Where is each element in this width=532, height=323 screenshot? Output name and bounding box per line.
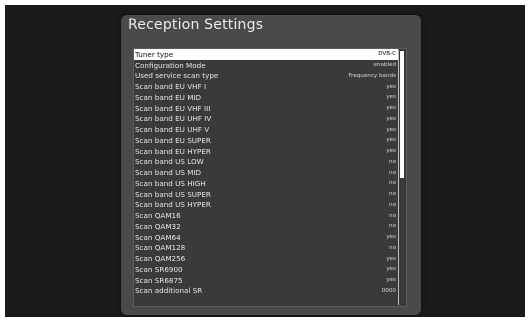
setting-value: no: [389, 158, 396, 165]
setting-row[interactable]: Scan QAM32 no: [134, 221, 398, 232]
setting-value: yes: [386, 126, 396, 133]
setting-value: no: [389, 201, 396, 208]
setting-value: no: [389, 212, 396, 219]
setting-label: Scan band US LOW: [135, 157, 204, 167]
setting-row[interactable]: Scan band US MID no: [134, 167, 398, 178]
setting-label: Scan band EU UHF V: [135, 125, 210, 135]
setting-value: yes: [386, 266, 396, 273]
setting-row[interactable]: Configuration Mode enabled: [134, 60, 398, 71]
setting-row[interactable]: Scan band EU UHF IV yes: [134, 114, 398, 125]
setting-label: Scan band EU VHF I: [135, 82, 207, 92]
setting-row[interactable]: Scan band US HYPER no: [134, 200, 398, 211]
setting-value: yes: [386, 277, 396, 284]
setting-row[interactable]: Scan band US HIGH no: [134, 178, 398, 189]
setting-label: Scan band US MID: [135, 168, 202, 178]
setting-value: no: [389, 191, 396, 198]
setting-label: Scan band US HIGH: [135, 178, 206, 188]
setting-value: yes: [386, 94, 396, 101]
settings-rows: Tuner type DVB-C Configuration Mode enabled…: [134, 49, 398, 296]
setting-row[interactable]: Scan band EU SUPER yes: [134, 135, 398, 146]
settings-list: Tuner type DVB-C Configuration Mode enabled…: [133, 48, 407, 307]
setting-value: no: [389, 244, 396, 251]
setting-row[interactable]: Scan QAM128 no: [134, 243, 398, 254]
setting-value: no: [389, 169, 396, 176]
scrollbar[interactable]: [398, 50, 405, 305]
setting-row[interactable]: Scan band EU VHF I yes: [134, 81, 398, 92]
setting-row[interactable]: Scan band EU HYPER yes: [134, 146, 398, 157]
setting-label: Scan QAM16: [135, 211, 181, 221]
setting-label: Configuration Mode: [135, 60, 206, 70]
setting-label: Scan SR6875: [135, 275, 183, 285]
setting-label: Scan band EU MID: [135, 92, 202, 102]
setting-label: Scan band EU UHF IV: [135, 114, 212, 124]
setting-value: yes: [386, 148, 396, 155]
setting-row[interactable]: Tuner type DVB-C: [134, 49, 398, 60]
setting-label: Scan band US SUPER: [135, 189, 211, 199]
setting-label: Scan band US HYPER: [135, 200, 211, 210]
setting-row[interactable]: Used service scan type Frequency bands: [134, 71, 398, 82]
setting-label: Scan band EU SUPER: [135, 135, 211, 145]
setting-row[interactable]: Scan QAM16 no: [134, 210, 398, 221]
setting-label: Scan band EU VHF III: [135, 103, 211, 113]
setting-row[interactable]: Scan band EU MID yes: [134, 92, 398, 103]
setting-row[interactable]: Scan band EU VHF III yes: [134, 103, 398, 114]
setting-row[interactable]: Scan QAM64 yes: [134, 232, 398, 243]
setting-value: yes: [386, 234, 396, 241]
setting-row[interactable]: Scan SR6875 yes: [134, 275, 398, 286]
setting-row[interactable]: Scan additional SR 0000: [134, 286, 398, 297]
setting-value: yes: [386, 255, 396, 262]
tv-screen: Reception Settings Tuner type DVB-C Config…: [5, 5, 525, 317]
setting-label: Tuner type: [135, 49, 174, 59]
setting-row[interactable]: Scan SR6900 yes: [134, 264, 398, 275]
setting-row[interactable]: Scan band US LOW no: [134, 157, 398, 168]
setting-value: enabled: [373, 62, 396, 69]
setting-value: 0000: [381, 287, 396, 294]
setting-row[interactable]: Scan band EU UHF V yes: [134, 124, 398, 135]
setting-value: yes: [386, 105, 396, 112]
setting-value: Frequency bands: [348, 72, 396, 79]
setting-value: yes: [386, 115, 396, 122]
reception-settings-dialog: Reception Settings Tuner type DVB-C Config…: [121, 15, 421, 315]
setting-row[interactable]: Scan QAM256 yes: [134, 253, 398, 264]
setting-value: yes: [386, 137, 396, 144]
setting-label: Scan band EU HYPER: [135, 146, 211, 156]
setting-label: Used service scan type: [135, 71, 219, 81]
setting-label: Scan QAM128: [135, 243, 186, 253]
setting-value: DVB-C: [378, 51, 396, 58]
setting-label: Scan additional SR: [135, 286, 203, 296]
setting-label: Scan QAM32: [135, 221, 181, 231]
setting-value: no: [389, 180, 396, 187]
setting-label: Scan SR6900: [135, 264, 183, 274]
setting-row[interactable]: Scan band US SUPER no: [134, 189, 398, 200]
setting-label: Scan QAM64: [135, 232, 181, 242]
setting-value: yes: [386, 83, 396, 90]
dialog-title: Reception Settings: [128, 17, 264, 33]
scrollbar-thumb[interactable]: [400, 51, 404, 178]
setting-value: no: [389, 223, 396, 230]
setting-label: Scan QAM256: [135, 254, 186, 264]
